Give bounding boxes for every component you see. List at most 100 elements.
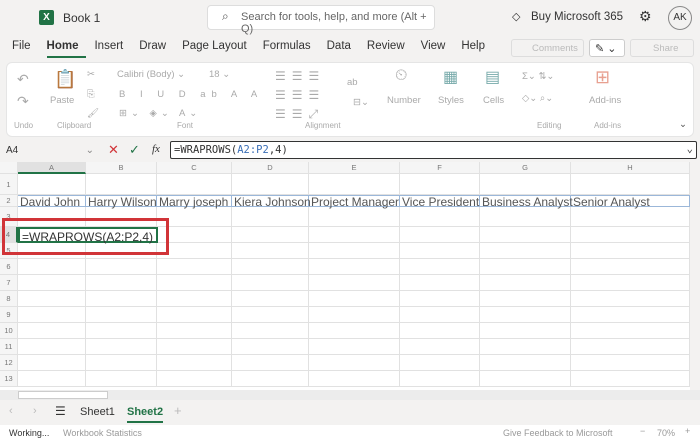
row-header-8[interactable]: 8 bbox=[0, 291, 18, 307]
tab-formulas[interactable]: Formulas bbox=[263, 37, 319, 59]
cell-F8[interactable] bbox=[400, 291, 480, 307]
cell-D9[interactable] bbox=[232, 307, 309, 323]
name-box[interactable]: A4 ⌄ bbox=[4, 142, 98, 159]
cell-B12[interactable] bbox=[86, 355, 157, 371]
tab-data[interactable]: Data bbox=[327, 37, 359, 59]
cells-icon[interactable]: ▤ bbox=[485, 67, 500, 87]
all-sheets-icon[interactable]: ☰ bbox=[55, 404, 66, 418]
font-format-icons[interactable]: B I U D ab A A bbox=[119, 89, 263, 100]
cell-G3[interactable] bbox=[480, 207, 571, 227]
cell-A2[interactable]: David John bbox=[18, 195, 86, 208]
tab-home[interactable]: Home bbox=[46, 37, 87, 58]
cell-H10[interactable] bbox=[571, 323, 690, 339]
cell-D4[interactable] bbox=[232, 227, 309, 243]
cell-E10[interactable] bbox=[309, 323, 400, 339]
cell-A13[interactable] bbox=[18, 371, 86, 387]
cell-A8[interactable] bbox=[18, 291, 86, 307]
cell-B10[interactable] bbox=[86, 323, 157, 339]
tab-draw[interactable]: Draw bbox=[139, 37, 174, 59]
column-header-d[interactable]: D bbox=[232, 162, 309, 174]
cell-A11[interactable] bbox=[18, 339, 86, 355]
number-button[interactable]: Number bbox=[387, 95, 421, 106]
cell-F1[interactable] bbox=[400, 174, 480, 195]
cell-H5[interactable] bbox=[571, 243, 690, 259]
cell-G6[interactable] bbox=[480, 259, 571, 275]
cell-E5[interactable] bbox=[309, 243, 400, 259]
cell-G5[interactable] bbox=[480, 243, 571, 259]
avatar[interactable]: AK bbox=[668, 6, 692, 30]
cell-A6[interactable] bbox=[18, 259, 86, 275]
collapse-ribbon-icon[interactable]: ⌄ bbox=[679, 119, 687, 130]
vertical-scrollbar[interactable] bbox=[690, 162, 700, 390]
cell-G7[interactable] bbox=[480, 275, 571, 291]
insert-function-icon[interactable]: fx bbox=[152, 143, 160, 155]
column-header-f[interactable]: F bbox=[400, 162, 480, 174]
row-header-13[interactable]: 13 bbox=[0, 371, 18, 387]
cell-G12[interactable] bbox=[480, 355, 571, 371]
font-name-dropdown[interactable]: Calibri (Body) ⌄ bbox=[117, 69, 205, 80]
cell-D6[interactable] bbox=[232, 259, 309, 275]
cell-E9[interactable] bbox=[309, 307, 400, 323]
cell-F9[interactable] bbox=[400, 307, 480, 323]
buy-microsoft-365-link[interactable]: Buy Microsoft 365 bbox=[531, 11, 623, 23]
cell-D11[interactable] bbox=[232, 339, 309, 355]
cell-B11[interactable] bbox=[86, 339, 157, 355]
row-header-9[interactable]: 9 bbox=[0, 307, 18, 323]
column-header-a[interactable]: A bbox=[18, 162, 86, 174]
cut-icon[interactable]: ✂ bbox=[87, 69, 95, 80]
wrap-text-icon[interactable]: ab bbox=[347, 77, 358, 88]
enter-icon[interactable]: ✓ bbox=[129, 142, 140, 158]
cell-D1[interactable] bbox=[232, 174, 309, 195]
cell-D12[interactable] bbox=[232, 355, 309, 371]
cell-G2[interactable]: Business Analyst bbox=[480, 195, 573, 208]
workbook-statistics-link[interactable]: Workbook Statistics bbox=[63, 428, 142, 438]
cell-E7[interactable] bbox=[309, 275, 400, 291]
cell-B13[interactable] bbox=[86, 371, 157, 387]
styles-icon[interactable]: ▦ bbox=[443, 67, 458, 87]
horizontal-scrollbar[interactable] bbox=[0, 390, 700, 400]
row-header-11[interactable]: 11 bbox=[0, 339, 18, 355]
cell-F7[interactable] bbox=[400, 275, 480, 291]
spreadsheet-grid[interactable]: A B C D E F G H 1 2 David John Harry Wilson Marry jo… bbox=[0, 162, 690, 390]
cell-C1[interactable] bbox=[157, 174, 232, 195]
border-fill-color-icons[interactable]: ⊞⌄ ◈⌄ A⌄ bbox=[119, 108, 201, 119]
column-header-c[interactable]: C bbox=[157, 162, 232, 174]
column-header-b[interactable]: B bbox=[86, 162, 157, 174]
row-header-7[interactable]: 7 bbox=[0, 275, 18, 291]
row-header-2[interactable]: 2 bbox=[0, 195, 18, 207]
cell-B8[interactable] bbox=[86, 291, 157, 307]
gear-icon[interactable]: ⚙ bbox=[639, 8, 652, 25]
zoom-out-icon[interactable]: − bbox=[640, 426, 645, 436]
cell-C12[interactable] bbox=[157, 355, 232, 371]
undo-icon[interactable]: ↶ bbox=[17, 71, 29, 88]
cell-C13[interactable] bbox=[157, 371, 232, 387]
copy-icon[interactable]: ⎘ bbox=[87, 89, 95, 100]
cell-G13[interactable] bbox=[480, 371, 571, 387]
number-icon[interactable]: ⏲ bbox=[395, 67, 407, 85]
clear-find-icon[interactable]: ◇⌄ ⌕⌄ bbox=[522, 93, 553, 104]
share-button[interactable]: Share bbox=[630, 39, 694, 57]
tab-review[interactable]: Review bbox=[367, 37, 413, 59]
cell-D2[interactable]: Kiera Johnson bbox=[232, 195, 311, 208]
tab-insert[interactable]: Insert bbox=[94, 37, 131, 59]
book-title[interactable]: Book 1 bbox=[63, 11, 100, 25]
cell-G4[interactable] bbox=[480, 227, 571, 243]
cell-A9[interactable] bbox=[18, 307, 86, 323]
comments-button[interactable]: Comments bbox=[511, 39, 584, 57]
cell-H1[interactable] bbox=[571, 174, 690, 195]
cell-D3[interactable] bbox=[232, 207, 309, 227]
addins-icon[interactable]: ⊞ bbox=[595, 67, 610, 88]
tab-view[interactable]: View bbox=[421, 37, 454, 59]
cell-A1[interactable] bbox=[18, 174, 86, 195]
cell-B2[interactable]: Harry Wilson bbox=[86, 195, 157, 208]
cell-B6[interactable] bbox=[86, 259, 157, 275]
cell-F4[interactable] bbox=[400, 227, 480, 243]
cell-F13[interactable] bbox=[400, 371, 480, 387]
cell-H9[interactable] bbox=[571, 307, 690, 323]
cell-E3[interactable] bbox=[309, 207, 400, 227]
cell-F6[interactable] bbox=[400, 259, 480, 275]
redo-icon[interactable]: ↷ bbox=[17, 93, 29, 110]
cell-G8[interactable] bbox=[480, 291, 571, 307]
tab-help[interactable]: Help bbox=[461, 37, 493, 59]
cell-A7[interactable] bbox=[18, 275, 86, 291]
